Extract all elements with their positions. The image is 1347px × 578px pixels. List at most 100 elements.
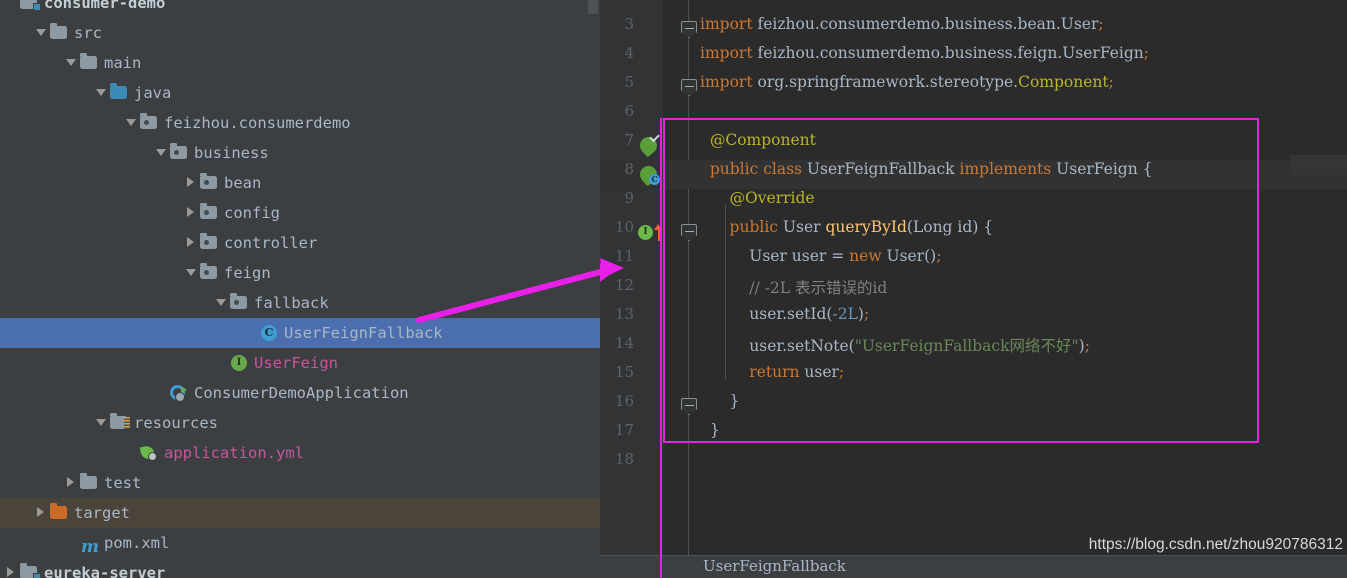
chevron-down-icon[interactable] bbox=[34, 18, 49, 48]
project-tree-panel[interactable]: consumer-demo src main java feizhou.consumer… bbox=[0, 0, 600, 578]
chevron-right-icon[interactable] bbox=[34, 498, 49, 528]
tree-row-label: pom.xml bbox=[104, 534, 170, 552]
chevron-right-icon[interactable] bbox=[64, 468, 79, 498]
tree-row-src[interactable]: src bbox=[0, 18, 600, 48]
tree-row-test[interactable]: test bbox=[0, 468, 600, 498]
twisty-glyph bbox=[156, 149, 166, 156]
twisty-spacer bbox=[244, 318, 259, 348]
code-text: import feizhou.consumerdemo.business.fei… bbox=[700, 44, 1149, 62]
twisty-glyph bbox=[37, 507, 44, 517]
twisty-glyph bbox=[187, 177, 194, 187]
line-number: 8 bbox=[624, 160, 634, 178]
line-number: 17 bbox=[614, 421, 634, 439]
code-text: import feizhou.consumerdemo.business.bea… bbox=[700, 15, 1104, 33]
chevron-right-icon[interactable] bbox=[4, 558, 19, 578]
tree-row-business[interactable]: business bbox=[0, 138, 600, 168]
tree-row-consumerdemoapplication[interactable]: ConsumerDemoApplication bbox=[0, 378, 600, 408]
tree-row-controller[interactable]: controller bbox=[0, 228, 600, 258]
code-editor-panel[interactable]: 2 3 import feizhou.consumerdemo.business.b… bbox=[600, 0, 1347, 578]
code-token: public class bbox=[700, 160, 807, 178]
fold-collapse-icon[interactable] bbox=[681, 21, 697, 38]
editor-line[interactable] bbox=[600, 450, 1347, 479]
code-token: User bbox=[782, 218, 826, 236]
code-text: // -2L 表示错误的id bbox=[700, 276, 887, 298]
editor-line[interactable] bbox=[600, 102, 1347, 131]
twisty-glyph bbox=[96, 89, 106, 96]
code-token: ) { bbox=[972, 218, 994, 236]
breadcrumb-class-name[interactable]: UserFeignFallback bbox=[703, 557, 846, 575]
tree-row-pom-xml[interactable]: m pom.xml bbox=[0, 528, 600, 558]
code-token: } bbox=[700, 421, 720, 439]
chevron-right-icon[interactable] bbox=[184, 228, 199, 258]
line-number: 2 bbox=[604, 0, 634, 4]
twisty-spacer bbox=[4, 0, 19, 18]
code-token: User() bbox=[886, 247, 937, 265]
tree-row-label: target bbox=[74, 504, 130, 522]
tree-row-feign[interactable]: feign bbox=[0, 258, 600, 288]
code-token: new bbox=[849, 247, 887, 265]
tree-row-label: bean bbox=[224, 174, 262, 192]
tree-row-label: feizhou.consumerdemo bbox=[164, 114, 351, 132]
tree-row-main[interactable]: main bbox=[0, 48, 600, 78]
tree-row-bean[interactable]: bean bbox=[0, 168, 600, 198]
code-token: id bbox=[957, 218, 973, 236]
bean-check-icon[interactable] bbox=[636, 131, 661, 158]
fold-collapse-icon[interactable] bbox=[681, 224, 697, 241]
tree-row-userfeignfallback[interactable]: C UserFeignFallback bbox=[0, 318, 600, 348]
tree-row-label: feign bbox=[224, 264, 271, 282]
code-token: public bbox=[700, 218, 783, 236]
editor-caret bbox=[660, 118, 662, 578]
code-token: } bbox=[700, 392, 740, 410]
tree-row-fallback[interactable]: fallback bbox=[0, 288, 600, 318]
chevron-down-icon[interactable] bbox=[64, 48, 79, 78]
watermark-url: https://blog.csdn.net/zhou920786312 bbox=[1088, 536, 1343, 553]
chevron-down-icon[interactable] bbox=[154, 138, 169, 168]
twisty-spacer bbox=[154, 378, 169, 408]
line-number: 16 bbox=[614, 392, 634, 410]
editor-line[interactable] bbox=[600, 0, 1347, 15]
twisty-glyph bbox=[216, 299, 226, 306]
tree-row-resources[interactable]: resources bbox=[0, 408, 600, 438]
java-interface-icon: I bbox=[229, 348, 251, 378]
module-folder-icon bbox=[19, 0, 41, 18]
code-token: User user = bbox=[700, 247, 850, 265]
chevron-down-icon[interactable] bbox=[124, 108, 139, 138]
code-token: ; bbox=[1143, 44, 1150, 62]
folder-package-icon bbox=[199, 168, 221, 198]
tree-row-application-yml[interactable]: application.yml bbox=[0, 438, 600, 468]
tree-row-label: config bbox=[224, 204, 280, 222]
twisty-glyph bbox=[187, 207, 194, 217]
chevron-down-icon[interactable] bbox=[184, 258, 199, 288]
line-number: 5 bbox=[624, 73, 634, 91]
tree-row-consumer-demo[interactable]: consumer-demo bbox=[0, 0, 600, 18]
tree-row-java[interactable]: java bbox=[0, 78, 600, 108]
fold-collapse-icon[interactable] bbox=[681, 398, 697, 415]
tree-row-feizhou-consumerdemo[interactable]: feizhou.consumerdemo bbox=[0, 108, 600, 138]
chevron-right-icon[interactable] bbox=[184, 168, 199, 198]
fold-collapse-icon[interactable] bbox=[681, 79, 697, 96]
code-token: ; bbox=[936, 247, 942, 265]
code-token: Long bbox=[912, 218, 958, 236]
chevron-down-icon[interactable] bbox=[94, 78, 109, 108]
code-token: user.setId( bbox=[700, 305, 833, 323]
folder-gray-icon bbox=[79, 48, 101, 78]
code-token: ; bbox=[838, 363, 845, 381]
line-number: 9 bbox=[624, 189, 634, 207]
folder-gray-icon bbox=[79, 468, 101, 498]
tree-row-eureka-server[interactable]: eureka-server bbox=[0, 558, 600, 578]
chevron-down-icon[interactable] bbox=[214, 288, 229, 318]
tree-row-config[interactable]: config bbox=[0, 198, 600, 228]
chevron-down-icon[interactable] bbox=[94, 408, 109, 438]
code-text: } bbox=[700, 421, 720, 439]
line-number: 7 bbox=[624, 131, 634, 149]
bean-class-icon[interactable]: C bbox=[636, 162, 661, 187]
tree-row-userfeign[interactable]: I UserFeign bbox=[0, 348, 600, 378]
tree-row-label: fallback bbox=[254, 294, 329, 312]
line-number: 6 bbox=[624, 102, 634, 120]
line-number: 4 bbox=[624, 44, 634, 62]
tree-row-target[interactable]: target bbox=[0, 498, 600, 528]
code-text: public class UserFeignFallback implement… bbox=[700, 160, 1153, 178]
code-token: @Component bbox=[700, 131, 816, 149]
twisty-glyph bbox=[187, 237, 194, 247]
chevron-right-icon[interactable] bbox=[184, 198, 199, 228]
